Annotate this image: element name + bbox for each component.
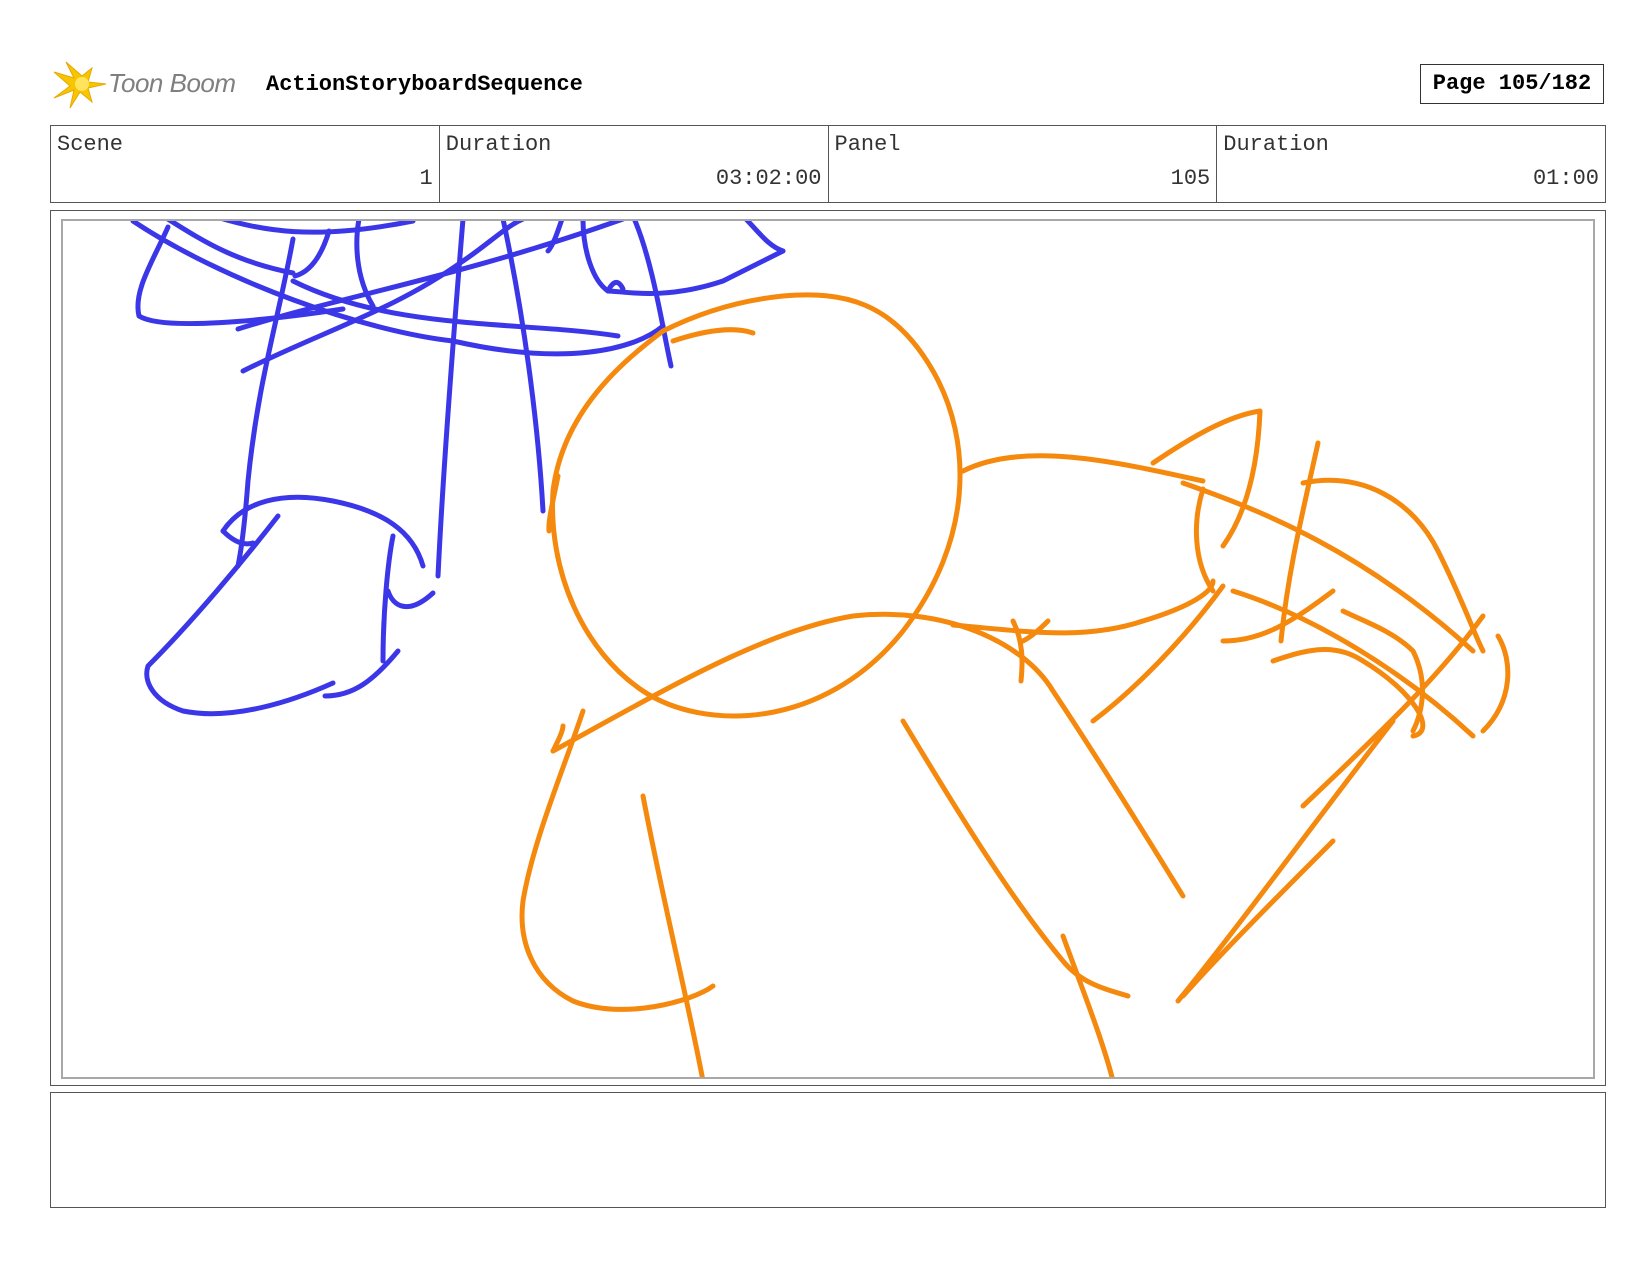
blue-sketch <box>130 221 786 717</box>
scene-value: 1 <box>419 166 433 191</box>
scene-duration-value: 03:02:00 <box>715 166 822 191</box>
logo-text: Toon Boom <box>108 68 236 98</box>
panel-duration-value: 01:00 <box>1532 166 1599 191</box>
scene-cell: Scene 1 <box>51 126 440 202</box>
panel-value: 105 <box>1170 166 1211 191</box>
document-title: ActionStoryboardSequence <box>266 72 583 97</box>
panel-duration-label: Duration <box>1223 132 1329 157</box>
panel-info-table: Scene 1 Duration 03:02:00 Panel 105 Dura… <box>50 125 1606 203</box>
panel-label: Panel <box>834 132 901 157</box>
panel-drawing-area <box>61 219 1595 1079</box>
scene-duration-cell: Duration 03:02:00 <box>440 126 829 202</box>
page-header: Toon Boom ActionStoryboardSequence Page … <box>52 58 1612 110</box>
storyboard-panel <box>50 210 1606 1086</box>
page-number: Page 105/182 <box>1420 64 1604 104</box>
panel-duration-cell: Duration 01:00 <box>1217 126 1605 202</box>
orange-sketch <box>519 292 1511 1077</box>
scene-label: Scene <box>57 132 124 157</box>
panel-notes <box>50 1092 1606 1208</box>
starburst-icon <box>53 61 107 109</box>
sketch-drawing <box>130 221 1511 1077</box>
toon-boom-logo: Toon Boom <box>52 58 252 110</box>
scene-duration-label: Duration <box>445 132 552 157</box>
panel-cell: Panel 105 <box>829 126 1218 202</box>
